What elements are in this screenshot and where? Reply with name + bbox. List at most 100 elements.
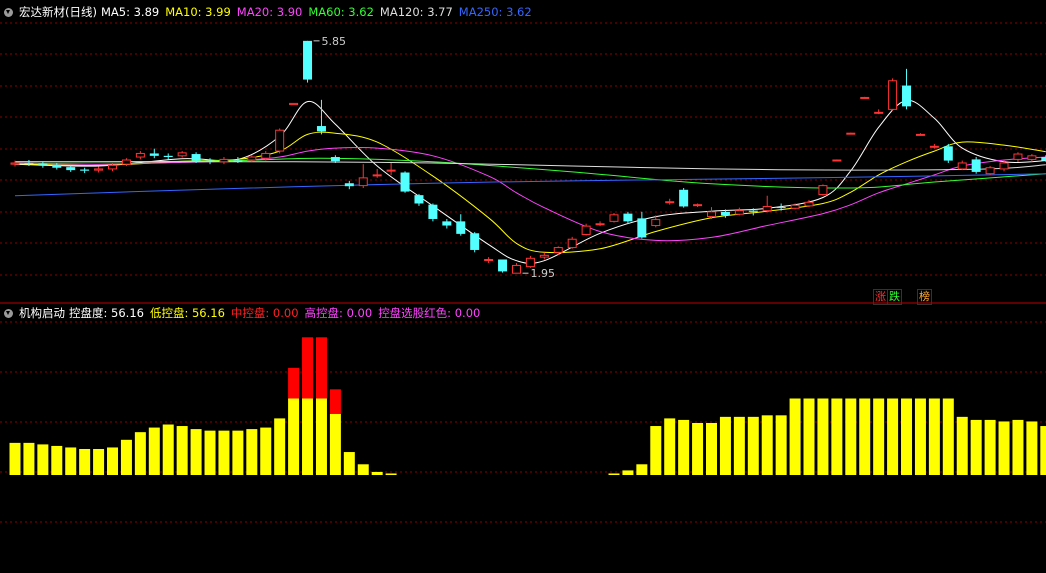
low-control-bar-55 [775,415,787,475]
candle-body-42 [595,223,605,226]
low-control-bar-10 [148,427,160,475]
low-control-bar-67 [942,398,954,475]
candle-body-59 [832,159,842,162]
candle-body-73 [1027,155,1037,160]
low-control-bar-12 [176,426,188,475]
annotation-label-0: 5.85 [322,35,347,48]
candle-body-2 [38,163,48,165]
low-control-bar-23 [329,413,341,475]
low-control-bar-21 [302,398,314,475]
candle-body-27 [386,169,396,172]
low-control-bar-18 [260,427,272,475]
candle-body-18 [261,152,271,159]
candle-body-54 [762,205,772,212]
low-control-bar-52 [733,416,745,475]
low-control-bar-72 [1012,419,1024,475]
ma10-line [14,131,1046,254]
candle-body-25 [358,177,368,187]
indicator-menu-icon[interactable] [4,7,13,17]
candle-body-31 [442,221,452,226]
mid-control-bar-20 [288,367,300,399]
candle-body-71 [999,162,1009,170]
fall-tag[interactable]: 跌 [887,289,902,305]
low-control-bar-58 [817,398,829,475]
candle-body-40 [567,238,577,249]
candle-body-65 [915,133,925,136]
low-control-bar-61 [859,398,871,475]
candle-body-51 [720,211,730,216]
candle-body-13 [191,154,201,161]
stock-chart-canvas: 5.85 1.95 [0,22,1046,523]
candlesticks [10,40,1046,274]
bottom-legend: 机构启动 控盘度: 56.16 低控盘: 56.16 中控盘: 0.00 高控盘… [4,305,486,321]
candle-body-58 [818,185,828,196]
rank-tag[interactable]: 榜 [917,289,932,305]
candle-body-60 [846,132,856,135]
candle-body-53 [748,210,758,212]
low-control-bar-60 [845,398,857,475]
candle-body-45 [637,218,647,238]
candle-body-0 [10,162,20,165]
candle-body-16 [233,160,243,162]
low-control-bar-20 [288,398,300,475]
low-control-bar-6 [93,448,105,475]
price-annotations: 5.85 1.95 [313,35,555,280]
candle-body-9 [135,152,145,158]
candle-body-44 [623,213,633,222]
low-control-bar-11 [162,424,174,475]
low-control-bar-48 [678,419,690,475]
candle-body-52 [734,210,744,215]
low-control-bar-56 [789,398,801,475]
low-control-label: 低控盘: 56.16 [149,306,225,320]
candle-body-67 [943,146,953,161]
candle-body-17 [247,156,257,161]
control-degree-label: 控盘度: 56.16 [69,306,144,320]
candle-body-6 [94,168,104,171]
low-control-bar-57 [803,398,815,475]
rise-tag[interactable]: 涨 [873,289,888,305]
low-control-bar-8 [120,439,132,475]
ma60-label: MA60: 3.62 [308,5,374,19]
candle-body-14 [205,160,215,162]
candle-body-28 [400,172,410,192]
low-control-bar-69 [970,419,982,475]
candle-body-29 [414,195,424,204]
candle-body-57 [804,201,814,207]
control-bars [9,337,1046,475]
candle-body-64 [902,85,912,107]
ma10-label: MA10: 3.99 [165,5,231,19]
candle-body-69 [971,159,981,172]
control-red-label: 控盘选股红色: 0.00 [378,306,481,320]
low-control-bar-0 [9,442,21,475]
low-control-bar-43 [608,473,620,475]
moving-average-lines [14,99,1046,264]
candle-body-72 [1013,153,1023,160]
annotation-label-1: 1.95 [530,267,555,280]
low-control-bar-22 [315,398,327,475]
low-control-bar-3 [51,445,63,475]
low-control-bar-64 [901,398,913,475]
low-control-bar-19 [274,418,286,475]
candle-body-68 [957,162,967,170]
mid-control-bar-23 [329,389,341,414]
low-control-bar-68 [956,416,968,475]
candle-body-66 [929,145,939,148]
mid-control-bar-21 [302,337,314,399]
top-legend: 宏达新材(日线) MA5: 3.89 MA10: 3.99 MA20: 3.90… [4,4,538,20]
candle-body-63 [888,80,898,110]
ma250-line [14,173,1046,197]
low-control-bar-25 [357,464,369,475]
ma20-label: MA20: 3.90 [236,5,303,19]
candle-body-10 [149,153,159,156]
ma5-label: MA5: 3.89 [100,5,160,19]
candle-body-35 [498,259,508,272]
candle-body-30 [428,204,438,219]
candle-body-36 [511,264,521,274]
indicator-menu-icon[interactable] [4,308,13,318]
low-control-bar-45 [636,464,648,475]
candle-body-48 [679,189,689,207]
low-control-bar-9 [134,432,146,475]
low-control-bar-66 [928,398,940,475]
low-control-bar-73 [1026,421,1038,475]
candle-body-34 [484,258,494,261]
